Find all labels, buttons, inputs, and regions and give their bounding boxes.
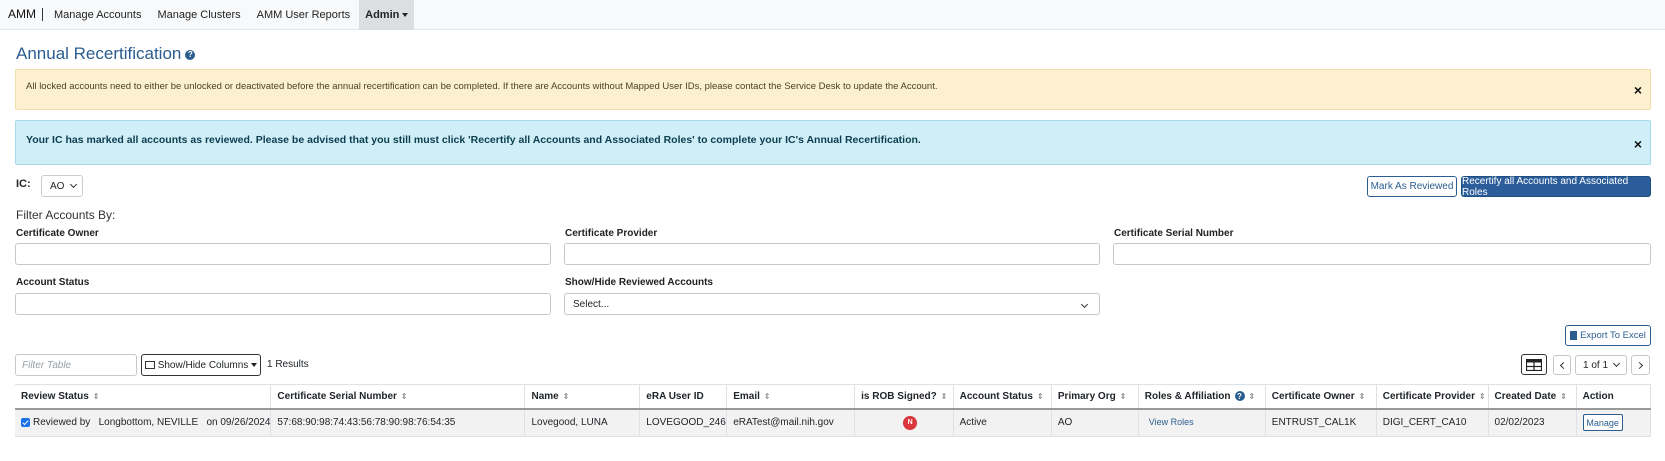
table-row: Reviewed by Longbottom, NEVILLE on 09/26… [15, 408, 1652, 437]
show-hide-reviewed-label: Show/Hide Reviewed Accounts [565, 277, 713, 288]
nav-manage-clusters[interactable]: Manage Clusters [152, 0, 245, 30]
col-primary-org[interactable]: Primary Org ⇕ [1051, 384, 1139, 410]
col-created-date[interactable]: Created Date ⇕ [1488, 384, 1577, 410]
col-certificate-serial[interactable]: Certificate Serial Number ⇕ [270, 384, 526, 410]
show-hide-columns-button[interactable]: Show/Hide Columns [141, 354, 261, 376]
sort-icon: ⇕ [92, 391, 100, 401]
page-title: Annual Recertification? [16, 44, 196, 64]
caret-down-icon [402, 12, 409, 17]
certificate-owner-input[interactable] [15, 243, 551, 265]
certificate-owner-label: Certificate Owner [16, 228, 99, 239]
cell-created-date: 02/02/2023 [1488, 408, 1577, 437]
close-icon[interactable]: × [1634, 82, 1642, 98]
brand-logo[interactable]: AMM [8, 8, 43, 21]
col-certificate-provider[interactable]: Certificate Provider ⇕ [1376, 384, 1489, 410]
info-alert: Your IC has marked all accounts as revie… [15, 120, 1651, 165]
certificate-provider-label: Certificate Provider [565, 228, 658, 239]
cell-action: Manage [1576, 408, 1652, 437]
account-status-input[interactable] [15, 293, 551, 315]
filter-table-input[interactable]: Filter Table [15, 354, 137, 376]
col-review-status[interactable]: Review Status ⇕ [15, 384, 272, 410]
export-to-excel-button[interactable]: Export To Excel [1565, 325, 1651, 346]
help-icon[interactable]: ? [1234, 391, 1245, 402]
cell-serial: 57:68:90:98:74:43:56:78:90:98:76:54:35 [270, 408, 526, 437]
cell-account-status: Active [953, 408, 1052, 437]
ic-select[interactable]: AO [41, 175, 83, 197]
cell-rob-signed: N [854, 408, 954, 437]
recertify-all-button[interactable]: Recertify all Accounts and Associated Ro… [1461, 176, 1651, 198]
sort-icon: ⇕ [1248, 391, 1256, 401]
excel-file-icon [1570, 331, 1578, 340]
filter-heading: Filter Accounts By: [16, 208, 116, 222]
account-status-label: Account Status [16, 277, 90, 288]
col-rob-signed[interactable]: is ROB Signed? ⇕ [854, 384, 954, 410]
review-date: on 09/26/2024 [206, 417, 271, 429]
certificate-serial-label: Certificate Serial Number [1114, 228, 1234, 239]
sort-icon: ⇕ [940, 391, 948, 401]
sort-icon: ⇕ [1560, 391, 1567, 401]
columns-icon [144, 361, 155, 369]
cell-primary-org: AO [1051, 408, 1139, 437]
results-count: 1 Results [267, 359, 309, 370]
sort-icon: ⇕ [400, 391, 408, 401]
cell-name: Lovegood, LUNA [524, 408, 641, 437]
nav-manage-accounts[interactable]: Manage Accounts [49, 0, 146, 30]
cell-review-status: Reviewed by Longbottom, NEVILLE on 09/26… [15, 408, 272, 437]
table-header-row: Review Status ⇕ Certificate Serial Number… [15, 384, 1652, 410]
cell-certificate-owner: ENTRUST_CAL1K [1265, 408, 1377, 437]
certificate-provider-input[interactable] [564, 243, 1100, 265]
ic-label: IC: [16, 178, 31, 190]
chevron-left-icon [1559, 361, 1567, 369]
close-icon[interactable]: × [1634, 136, 1642, 152]
col-name[interactable]: Name ⇕ [524, 384, 641, 410]
manage-button[interactable]: Manage [1582, 414, 1623, 432]
chevron-right-icon [1635, 361, 1644, 369]
reviewer-name: Longbottom, NEVILLE [98, 417, 199, 429]
sort-icon: ⇕ [562, 391, 570, 401]
chevron-down-icon [70, 180, 78, 189]
accounts-table: Review Status ⇕ Certificate Serial Number… [15, 384, 1652, 437]
prev-page-button[interactable] [1553, 355, 1571, 375]
top-nav: AMM Manage Accounts Manage Clusters AMM … [0, 0, 1665, 30]
sort-icon: ⇕ [1358, 391, 1366, 401]
table-grid-icon [1526, 358, 1542, 371]
page-select[interactable]: 1 of 1 [1575, 355, 1627, 375]
col-email[interactable]: Email ⇕ [726, 384, 856, 410]
help-icon[interactable]: ? [185, 49, 196, 60]
sort-icon: ⇕ [763, 391, 771, 401]
col-era-user-id[interactable]: eRA User ID [639, 384, 728, 410]
nav-amm-user-reports[interactable]: AMM User Reports [252, 0, 356, 30]
reviewed-checkbox[interactable] [21, 418, 30, 428]
col-roles-affiliation[interactable]: Roles & Affiliation? ⇕ [1138, 384, 1266, 410]
cell-user-id: LOVEGOOD_246 [639, 408, 728, 437]
warning-alert: All locked accounts need to either be un… [15, 69, 1651, 110]
col-action: Action [1576, 384, 1652, 410]
view-roles-link[interactable]: View Roles [1149, 417, 1194, 427]
grid-view-toggle[interactable] [1521, 354, 1547, 375]
cell-certificate-provider: DIGI_CERT_CA10 [1376, 408, 1489, 437]
caret-down-icon [251, 363, 258, 367]
sort-icon: ⇕ [1036, 391, 1044, 401]
warning-alert-message: All locked accounts need to either be un… [26, 81, 938, 92]
rob-not-signed-badge: N [903, 415, 918, 430]
col-certificate-owner[interactable]: Certificate Owner ⇕ [1265, 384, 1377, 410]
info-alert-message: Your IC has marked all accounts as revie… [26, 134, 921, 146]
chevron-down-icon [1080, 300, 1089, 308]
sort-icon: ⇕ [1478, 391, 1486, 401]
chevron-down-icon [1612, 359, 1621, 368]
show-hide-reviewed-select[interactable]: Select... [564, 293, 1100, 315]
col-account-status[interactable]: Account Status ⇕ [953, 384, 1052, 410]
nav-admin-dropdown[interactable]: Admin [359, 0, 415, 30]
cell-roles: View Roles [1138, 408, 1266, 437]
next-page-button[interactable] [1631, 355, 1650, 375]
mark-as-reviewed-button[interactable]: Mark As Reviewed [1367, 176, 1457, 197]
certificate-serial-input[interactable] [1113, 243, 1651, 265]
sort-icon: ⇕ [1119, 391, 1127, 401]
cell-email: eRATest@mail.nih.gov [726, 408, 856, 437]
